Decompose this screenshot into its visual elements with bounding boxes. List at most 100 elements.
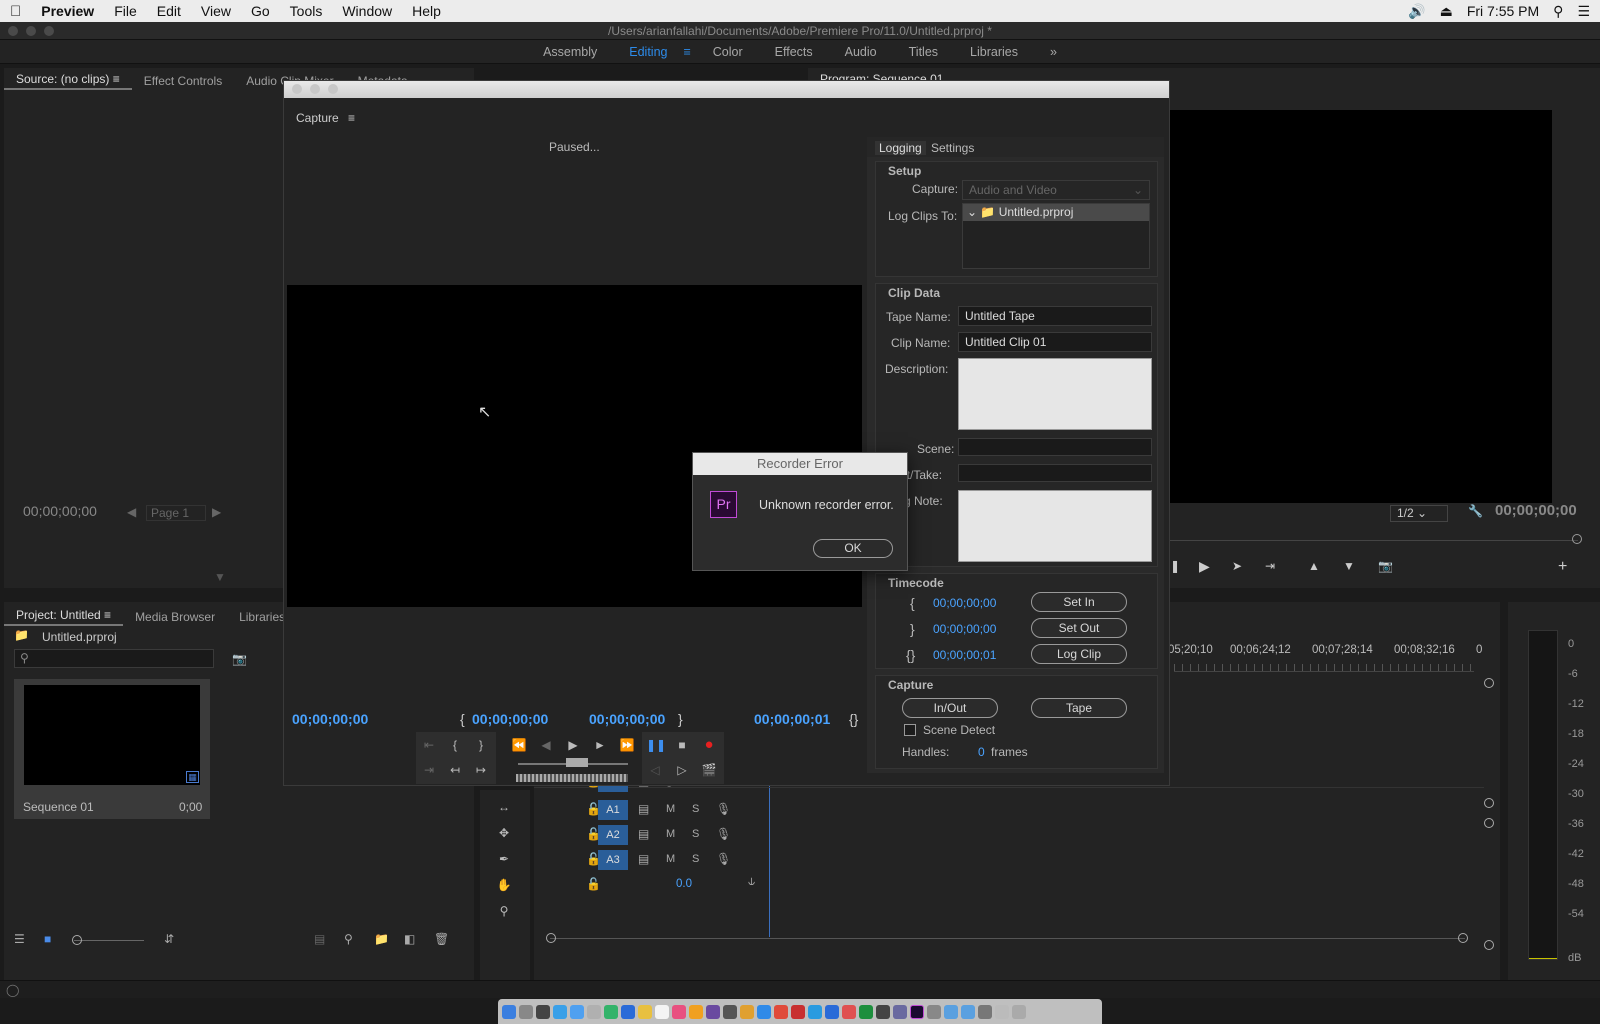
ripple-edit-icon[interactable]: ↔ [495,798,513,816]
workspace-assembly[interactable]: Assembly [527,45,613,59]
app-icon[interactable] [842,1004,856,1019]
mute-toggle[interactable]: M [666,803,675,815]
page-select[interactable]: Page 1 [146,505,206,521]
project-search-input[interactable]: ⚲ [14,649,214,668]
timeline-vscroll-bottom-handle[interactable] [1484,940,1494,950]
record-icon[interactable]: ● [700,736,718,754]
tab-media-browser[interactable]: Media Browser [123,610,227,624]
microphone-icon[interactable]: 🎙 [716,827,731,841]
word-icon[interactable] [825,1004,839,1019]
tape-name-field[interactable]: Untitled Tape [958,306,1152,326]
spotlight-search-icon[interactable]: ⚲ [1553,3,1563,20]
shuttle-handle[interactable] [566,758,588,767]
rewind-icon[interactable]: ⏪ [510,736,528,754]
sync-lock-icon[interactable]: ▤ [638,802,649,816]
list-view-icon[interactable]: ☰ [14,932,25,946]
goto-out-icon[interactable]: ⇥ [420,761,438,779]
set-in-icon[interactable]: { [446,736,464,754]
find-icon[interactable]: ⚲ [344,932,353,946]
tab-source[interactable]: Source: (no clips) ≡ [4,72,132,90]
eject-icon[interactable]: ⏏ [1440,3,1453,20]
panel-menu-icon[interactable]: ≡ [348,111,355,125]
dialog-ok-button[interactable]: OK [813,539,893,558]
workspace-effects[interactable]: Effects [759,45,829,59]
timeline-vscroll-handle[interactable] [1484,798,1494,808]
folder-icon[interactable] [961,1004,975,1019]
capture-in-out-button[interactable]: In/Out [902,698,998,718]
log-clips-tree[interactable]: ⌄ 📁 Untitled.prproj [962,203,1150,269]
program-step-forward-icon[interactable]: ➤ [1232,559,1242,573]
calendar-icon[interactable] [655,1004,669,1019]
tab-logging[interactable]: Logging [875,141,926,155]
capture-out-timecode[interactable]: 00;00;00;00 [589,711,665,727]
fast-forward-icon[interactable]: ⏩ [618,736,636,754]
safari-icon[interactable] [553,1004,567,1019]
play-icon[interactable]: ▶ [564,736,582,754]
zoom-window-button[interactable] [44,26,54,36]
timeline-hscroll[interactable] [550,938,1465,939]
app-icon[interactable] [859,1004,873,1019]
apple-icon[interactable]:  [0,3,31,20]
notification-center-icon[interactable]: ☰ [1577,3,1590,20]
goto-in-icon[interactable]: ⇤ [420,736,438,754]
volume-icon[interactable]: 🔊 [1408,3,1425,20]
export-frame-icon[interactable]: 📷 [1378,559,1393,573]
solo-toggle[interactable]: S [692,828,699,840]
photos-icon[interactable] [740,1004,754,1019]
new-item-icon[interactable]: ◧ [404,932,415,946]
tab-settings[interactable]: Settings [931,141,974,155]
scene-searcher-icon[interactable]: 🎬 [700,761,718,779]
step-forward-icon[interactable]: ► [591,736,609,754]
pen-tool-icon[interactable]: ✒ [495,850,513,868]
slip-tool-icon[interactable]: ✥ [495,824,513,842]
skype-icon[interactable] [757,1004,771,1019]
project-item-sequence[interactable]: ▦ Sequence 01 0;00 [14,679,210,819]
tab-effect-controls[interactable]: Effect Controls [132,74,234,88]
workspace-editing[interactable]: Editing [613,45,683,59]
workspace-libraries[interactable]: Libraries [954,45,1034,59]
shot-take-field[interactable] [958,464,1152,482]
tab-project[interactable]: Project: Untitled ≡ [4,608,124,626]
notes-icon[interactable] [638,1004,652,1019]
zoom-slider-handle[interactable] [72,935,82,945]
set-out-icon[interactable]: } [472,736,490,754]
program-go-out-icon[interactable]: ⇥ [1265,559,1275,573]
log-note-field[interactable] [958,490,1152,562]
step-back-icon[interactable]: ◀ [537,736,555,754]
workspace-menu-icon[interactable]: ≡ [683,45,696,59]
premiere-dock-icon[interactable] [910,1004,924,1019]
stop-icon[interactable]: ■ [673,736,691,754]
source-timecode[interactable]: 00;00;00;00 [23,503,97,519]
previous-scene-icon[interactable]: ◁ [646,761,664,779]
facetime-icon[interactable] [604,1004,618,1019]
marker-icon[interactable]: ▼ [214,570,226,584]
sync-lock-icon[interactable]: ▤ [638,852,649,866]
capture-type-select[interactable]: Audio and Video ⌄ [962,180,1150,200]
wrench-icon[interactable]: 🔧 [1468,504,1483,518]
workspace-titles[interactable]: Titles [893,45,954,59]
chrome-icon[interactable] [774,1004,788,1019]
playhead-line[interactable] [769,772,770,937]
jog-wheel[interactable] [516,774,628,782]
app-icon[interactable] [587,1004,601,1019]
capture-minimize-button[interactable] [310,84,320,94]
timeline-hscroll-left-handle[interactable] [546,933,556,943]
handles-value[interactable]: 0 [978,745,985,759]
solo-toggle[interactable]: S [692,803,699,815]
timecode-duration[interactable]: 00;00;00;01 [933,648,996,662]
app-icon[interactable] [706,1004,720,1019]
capture-close-button[interactable] [292,84,302,94]
extract-icon[interactable]: ▼ [1343,559,1355,573]
next-scene-icon[interactable]: ▷ [673,761,691,779]
clip-name-field[interactable]: Untitled Clip 01 [958,332,1152,352]
capture-duration-timecode[interactable]: 00;00;00;01 [754,711,830,727]
program-play-icon[interactable]: ▶ [1199,558,1210,575]
app-icon[interactable] [893,1004,907,1019]
program-scroll-handle[interactable] [1572,534,1582,544]
app-icon[interactable] [927,1004,941,1019]
new-search-bin-icon[interactable]: 📷 [232,652,247,666]
scene-detect-checkbox[interactable] [904,724,916,736]
menu-edit[interactable]: Edit [147,3,191,19]
telegram-icon[interactable] [808,1004,822,1019]
menu-app-name[interactable]: Preview [31,3,104,19]
